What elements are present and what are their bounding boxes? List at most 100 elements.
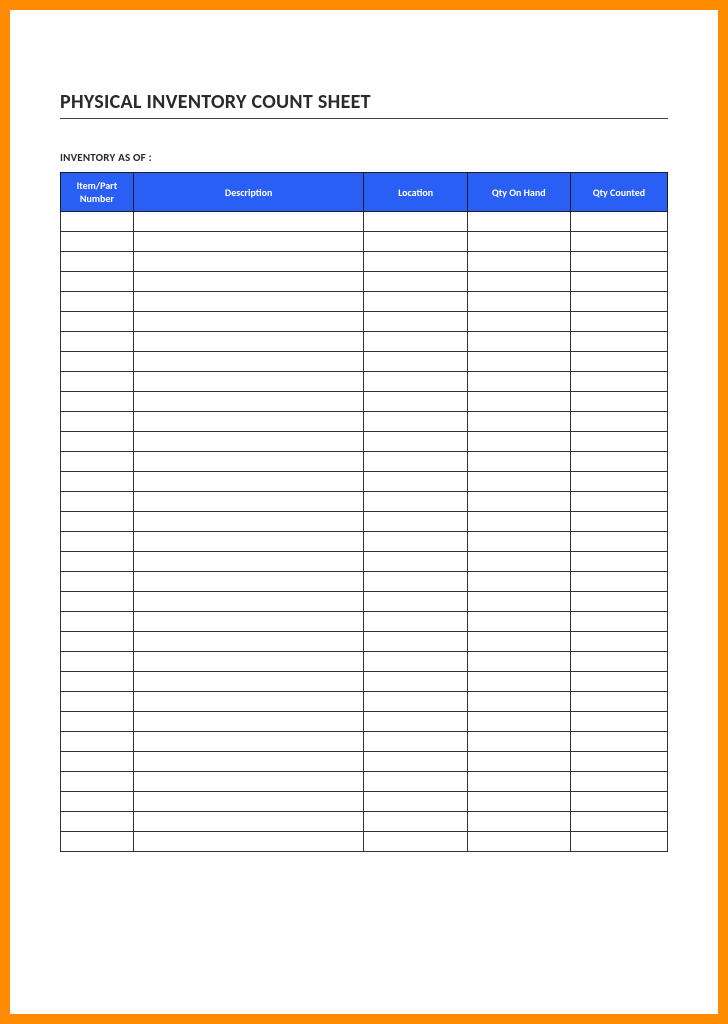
table-cell <box>61 652 134 672</box>
table-row <box>61 272 668 292</box>
table-cell <box>570 692 667 712</box>
table-cell <box>364 372 467 392</box>
table-cell <box>364 232 467 252</box>
table-cell <box>61 712 134 732</box>
table-cell <box>61 252 134 272</box>
table-cell <box>570 632 667 652</box>
table-cell <box>364 492 467 512</box>
table-cell <box>364 612 467 632</box>
col-description: Description <box>133 173 364 212</box>
table-cell <box>133 472 364 492</box>
table-cell <box>61 512 134 532</box>
table-cell <box>570 812 667 832</box>
table-cell <box>467 692 570 712</box>
table-cell <box>467 792 570 812</box>
table-cell <box>364 412 467 432</box>
table-cell <box>133 452 364 472</box>
table-cell <box>364 472 467 492</box>
table-row <box>61 332 668 352</box>
table-cell <box>61 332 134 352</box>
table-cell <box>61 232 134 252</box>
table-cell <box>570 672 667 692</box>
table-cell <box>61 772 134 792</box>
table-cell <box>364 272 467 292</box>
table-row <box>61 352 668 372</box>
table-cell <box>133 572 364 592</box>
table-cell <box>570 332 667 352</box>
table-cell <box>133 492 364 512</box>
table-cell <box>570 212 667 232</box>
table-cell <box>133 352 364 372</box>
table-cell <box>61 732 134 752</box>
table-cell <box>133 832 364 852</box>
table-cell <box>570 732 667 752</box>
table-cell <box>133 312 364 332</box>
table-cell <box>133 252 364 272</box>
table-cell <box>467 412 570 432</box>
table-cell <box>61 572 134 592</box>
table-row <box>61 552 668 572</box>
table-cell <box>61 592 134 612</box>
table-cell <box>364 432 467 452</box>
table-cell <box>467 352 570 372</box>
table-cell <box>467 832 570 852</box>
table-cell <box>364 712 467 732</box>
table-row <box>61 392 668 412</box>
table-cell <box>133 532 364 552</box>
table-cell <box>61 312 134 332</box>
table-cell <box>133 332 364 352</box>
table-cell <box>467 592 570 612</box>
table-cell <box>61 752 134 772</box>
table-cell <box>133 232 364 252</box>
table-row <box>61 512 668 532</box>
table-cell <box>61 812 134 832</box>
table-cell <box>364 592 467 612</box>
table-cell <box>467 632 570 652</box>
table-cell <box>467 612 570 632</box>
table-cell <box>467 432 570 452</box>
table-cell <box>570 432 667 452</box>
table-cell <box>364 732 467 752</box>
table-cell <box>570 792 667 812</box>
table-cell <box>467 552 570 572</box>
table-cell <box>364 772 467 792</box>
table-cell <box>133 632 364 652</box>
table-row <box>61 412 668 432</box>
inventory-date-label: INVENTORY AS OF : <box>60 151 668 164</box>
table-cell <box>133 272 364 292</box>
table-cell <box>467 732 570 752</box>
table-cell <box>133 592 364 612</box>
table-row <box>61 712 668 732</box>
table-row <box>61 452 668 472</box>
table-row <box>61 312 668 332</box>
table-cell <box>467 672 570 692</box>
table-cell <box>61 832 134 852</box>
table-cell <box>364 452 467 472</box>
table-cell <box>61 472 134 492</box>
table-cell <box>467 392 570 412</box>
table-cell <box>133 772 364 792</box>
table-cell <box>467 532 570 552</box>
table-cell <box>133 652 364 672</box>
table-cell <box>133 292 364 312</box>
table-cell <box>61 352 134 372</box>
table-cell <box>467 652 570 672</box>
table-cell <box>570 492 667 512</box>
table-cell <box>467 372 570 392</box>
table-row <box>61 752 668 772</box>
col-location: Location <box>364 173 467 212</box>
table-row <box>61 832 668 852</box>
table-cell <box>570 512 667 532</box>
table-cell <box>570 572 667 592</box>
table-cell <box>364 792 467 812</box>
table-row <box>61 792 668 812</box>
table-cell <box>570 352 667 372</box>
table-cell <box>364 652 467 672</box>
table-cell <box>364 672 467 692</box>
table-cell <box>570 532 667 552</box>
table-cell <box>467 232 570 252</box>
table-cell <box>467 752 570 772</box>
table-cell <box>364 212 467 232</box>
table-cell <box>364 752 467 772</box>
table-cell <box>364 552 467 572</box>
